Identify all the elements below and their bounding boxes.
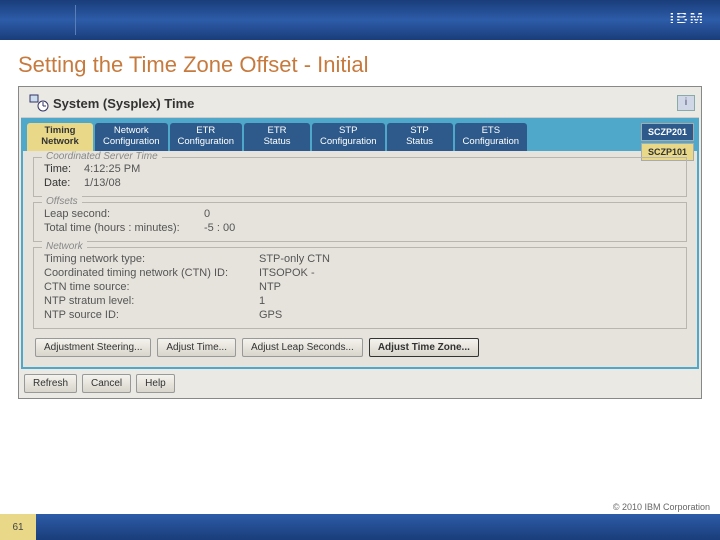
footer-bar: 61 bbox=[0, 514, 720, 540]
time-value: 4:12:25 PM bbox=[84, 163, 140, 175]
cancel-button[interactable]: Cancel bbox=[82, 374, 131, 393]
date-label: Date: bbox=[44, 177, 84, 189]
header-divider bbox=[75, 5, 76, 35]
tab-stp-status[interactable]: STPStatus bbox=[387, 123, 453, 151]
network-group: Network Timing network type: STP-only CT… bbox=[33, 247, 687, 329]
coordinated-server-time-group: Coordinated Server Time Time: 4:12:25 PM… bbox=[33, 157, 687, 197]
ctn-time-source-label: CTN time source: bbox=[44, 281, 259, 293]
offsets-group: Offsets Leap second: 0 Total time (hours… bbox=[33, 202, 687, 242]
total-time-value: -5 : 00 bbox=[204, 222, 235, 234]
timing-network-type-label: Timing network type: bbox=[44, 253, 259, 265]
ntp-stratum-value: 1 bbox=[259, 295, 265, 307]
tab-network-configuration[interactable]: NetworkConfiguration bbox=[95, 123, 168, 151]
tab-etr-status[interactable]: ETRStatus bbox=[244, 123, 310, 151]
panel-body: SCZP201 SCZP101 TimingNetwork NetworkCon… bbox=[21, 118, 699, 369]
tab-content: Coordinated Server Time Time: 4:12:25 PM… bbox=[23, 151, 697, 367]
adjust-time-button[interactable]: Adjust Time... bbox=[157, 338, 236, 357]
top-header-bar: IBM bbox=[0, 0, 720, 40]
tab-ets-configuration[interactable]: ETSConfiguration bbox=[455, 123, 528, 151]
adjust-leap-seconds-button[interactable]: Adjust Leap Seconds... bbox=[242, 338, 363, 357]
leap-second-value: 0 bbox=[204, 208, 210, 220]
slide-title: Setting the Time Zone Offset - Initial bbox=[0, 40, 720, 86]
tabs-row: TimingNetwork NetworkConfiguration ETRCo… bbox=[23, 120, 697, 151]
dialog-button-row: Refresh Cancel Help bbox=[21, 369, 699, 396]
ntp-source-id-value: GPS bbox=[259, 309, 282, 321]
group-legend: Coordinated Server Time bbox=[42, 151, 162, 162]
copyright-text: © 2010 IBM Corporation bbox=[613, 502, 710, 512]
tab-etr-configuration[interactable]: ETRConfiguration bbox=[170, 123, 243, 151]
dialog-panel: System (Sysplex) Time i SCZP201 SCZP101 … bbox=[18, 86, 702, 399]
group-legend: Offsets bbox=[42, 196, 82, 207]
ctn-id-label: Coordinated timing network (CTN) ID: bbox=[44, 267, 259, 279]
ctn-id-value: ITSOPOK - bbox=[259, 267, 315, 279]
adjust-time-zone-button[interactable]: Adjust Time Zone... bbox=[369, 338, 479, 357]
help-button[interactable]: Help bbox=[136, 374, 175, 393]
ctn-time-source-value: NTP bbox=[259, 281, 281, 293]
info-icon[interactable]: i bbox=[677, 95, 695, 111]
time-label: Time: bbox=[44, 163, 84, 175]
ntp-stratum-label: NTP stratum level: bbox=[44, 295, 259, 307]
group-legend: Network bbox=[42, 241, 87, 252]
ibm-logo: IBM bbox=[670, 10, 705, 28]
tab-timing-network[interactable]: TimingNetwork bbox=[27, 123, 93, 151]
ntp-source-id-label: NTP source ID: bbox=[44, 309, 259, 321]
timing-network-type-value: STP-only CTN bbox=[259, 253, 330, 265]
action-button-row: Adjustment Steering... Adjust Time... Ad… bbox=[33, 334, 687, 359]
tab-stp-configuration[interactable]: STPConfiguration bbox=[312, 123, 385, 151]
page-number: 61 bbox=[0, 514, 36, 540]
system-label-sczp201[interactable]: SCZP201 bbox=[641, 123, 694, 141]
date-value: 1/13/08 bbox=[84, 177, 121, 189]
refresh-button[interactable]: Refresh bbox=[24, 374, 77, 393]
clock-network-icon bbox=[25, 91, 53, 115]
leap-second-label: Leap second: bbox=[44, 208, 204, 220]
adjustment-steering-button[interactable]: Adjustment Steering... bbox=[35, 338, 151, 357]
footer-decoration bbox=[36, 514, 720, 540]
panel-title: System (Sysplex) Time bbox=[53, 96, 677, 111]
panel-header: System (Sysplex) Time i bbox=[21, 89, 699, 118]
total-time-label: Total time (hours : minutes): bbox=[44, 222, 204, 234]
